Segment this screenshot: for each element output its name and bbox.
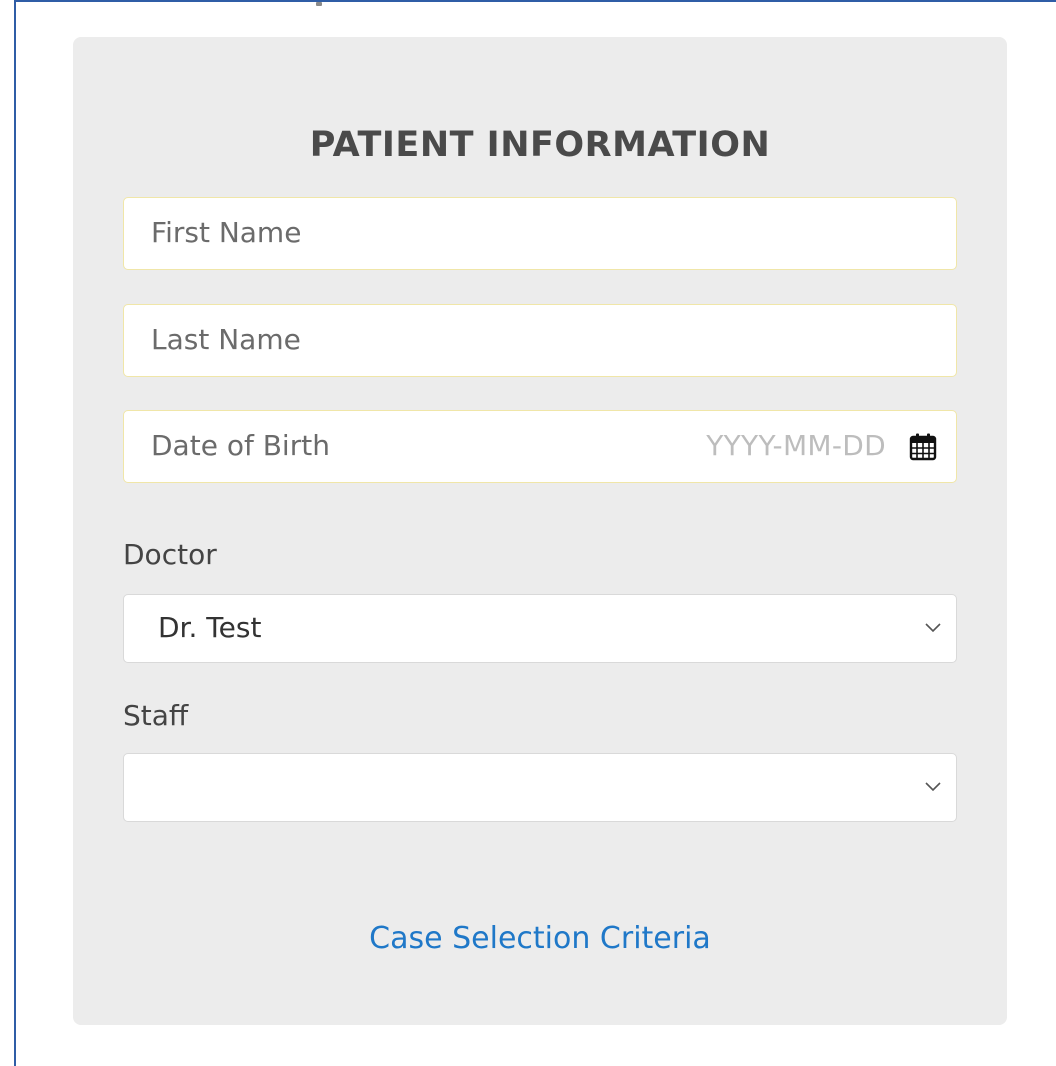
last-name-field[interactable]: Last Name (123, 304, 957, 377)
chevron-down-icon (925, 623, 941, 633)
frame-left-border (14, 0, 16, 1066)
date-of-birth-placeholder: Date of Birth (151, 429, 330, 462)
doctor-selected-value: Dr. Test (158, 611, 262, 644)
calendar-icon[interactable] (908, 432, 938, 462)
frame-top-border (16, 0, 1056, 2)
last-name-placeholder: Last Name (151, 323, 301, 356)
chevron-down-icon (925, 782, 941, 792)
staff-select[interactable] (123, 753, 957, 822)
clipped-content-mark (316, 2, 322, 6)
doctor-select[interactable]: Dr. Test (123, 594, 957, 663)
doctor-label: Doctor (123, 538, 217, 571)
date-format-hint: YYYY-MM-DD (706, 429, 886, 462)
patient-information-card: PATIENT INFORMATION First Name Last Name… (73, 37, 1007, 1025)
card-title: PATIENT INFORMATION (309, 125, 771, 165)
first-name-placeholder: First Name (151, 216, 302, 249)
first-name-field[interactable]: First Name (123, 197, 957, 270)
case-selection-criteria-link[interactable]: Case Selection Criteria (73, 917, 1007, 961)
date-of-birth-field[interactable]: Date of Birth YYYY-MM-DD (123, 410, 957, 483)
staff-label: Staff (123, 699, 189, 732)
